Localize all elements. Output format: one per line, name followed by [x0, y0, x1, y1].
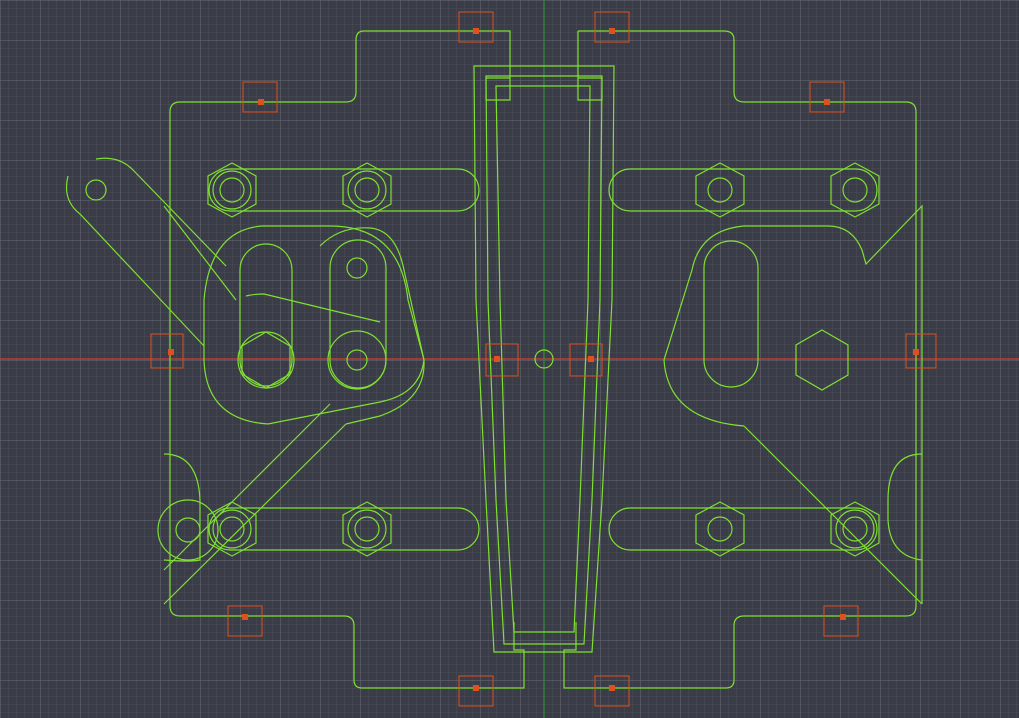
cad-viewport[interactable] [0, 0, 1019, 718]
cad-drawing[interactable] [0, 0, 1019, 718]
